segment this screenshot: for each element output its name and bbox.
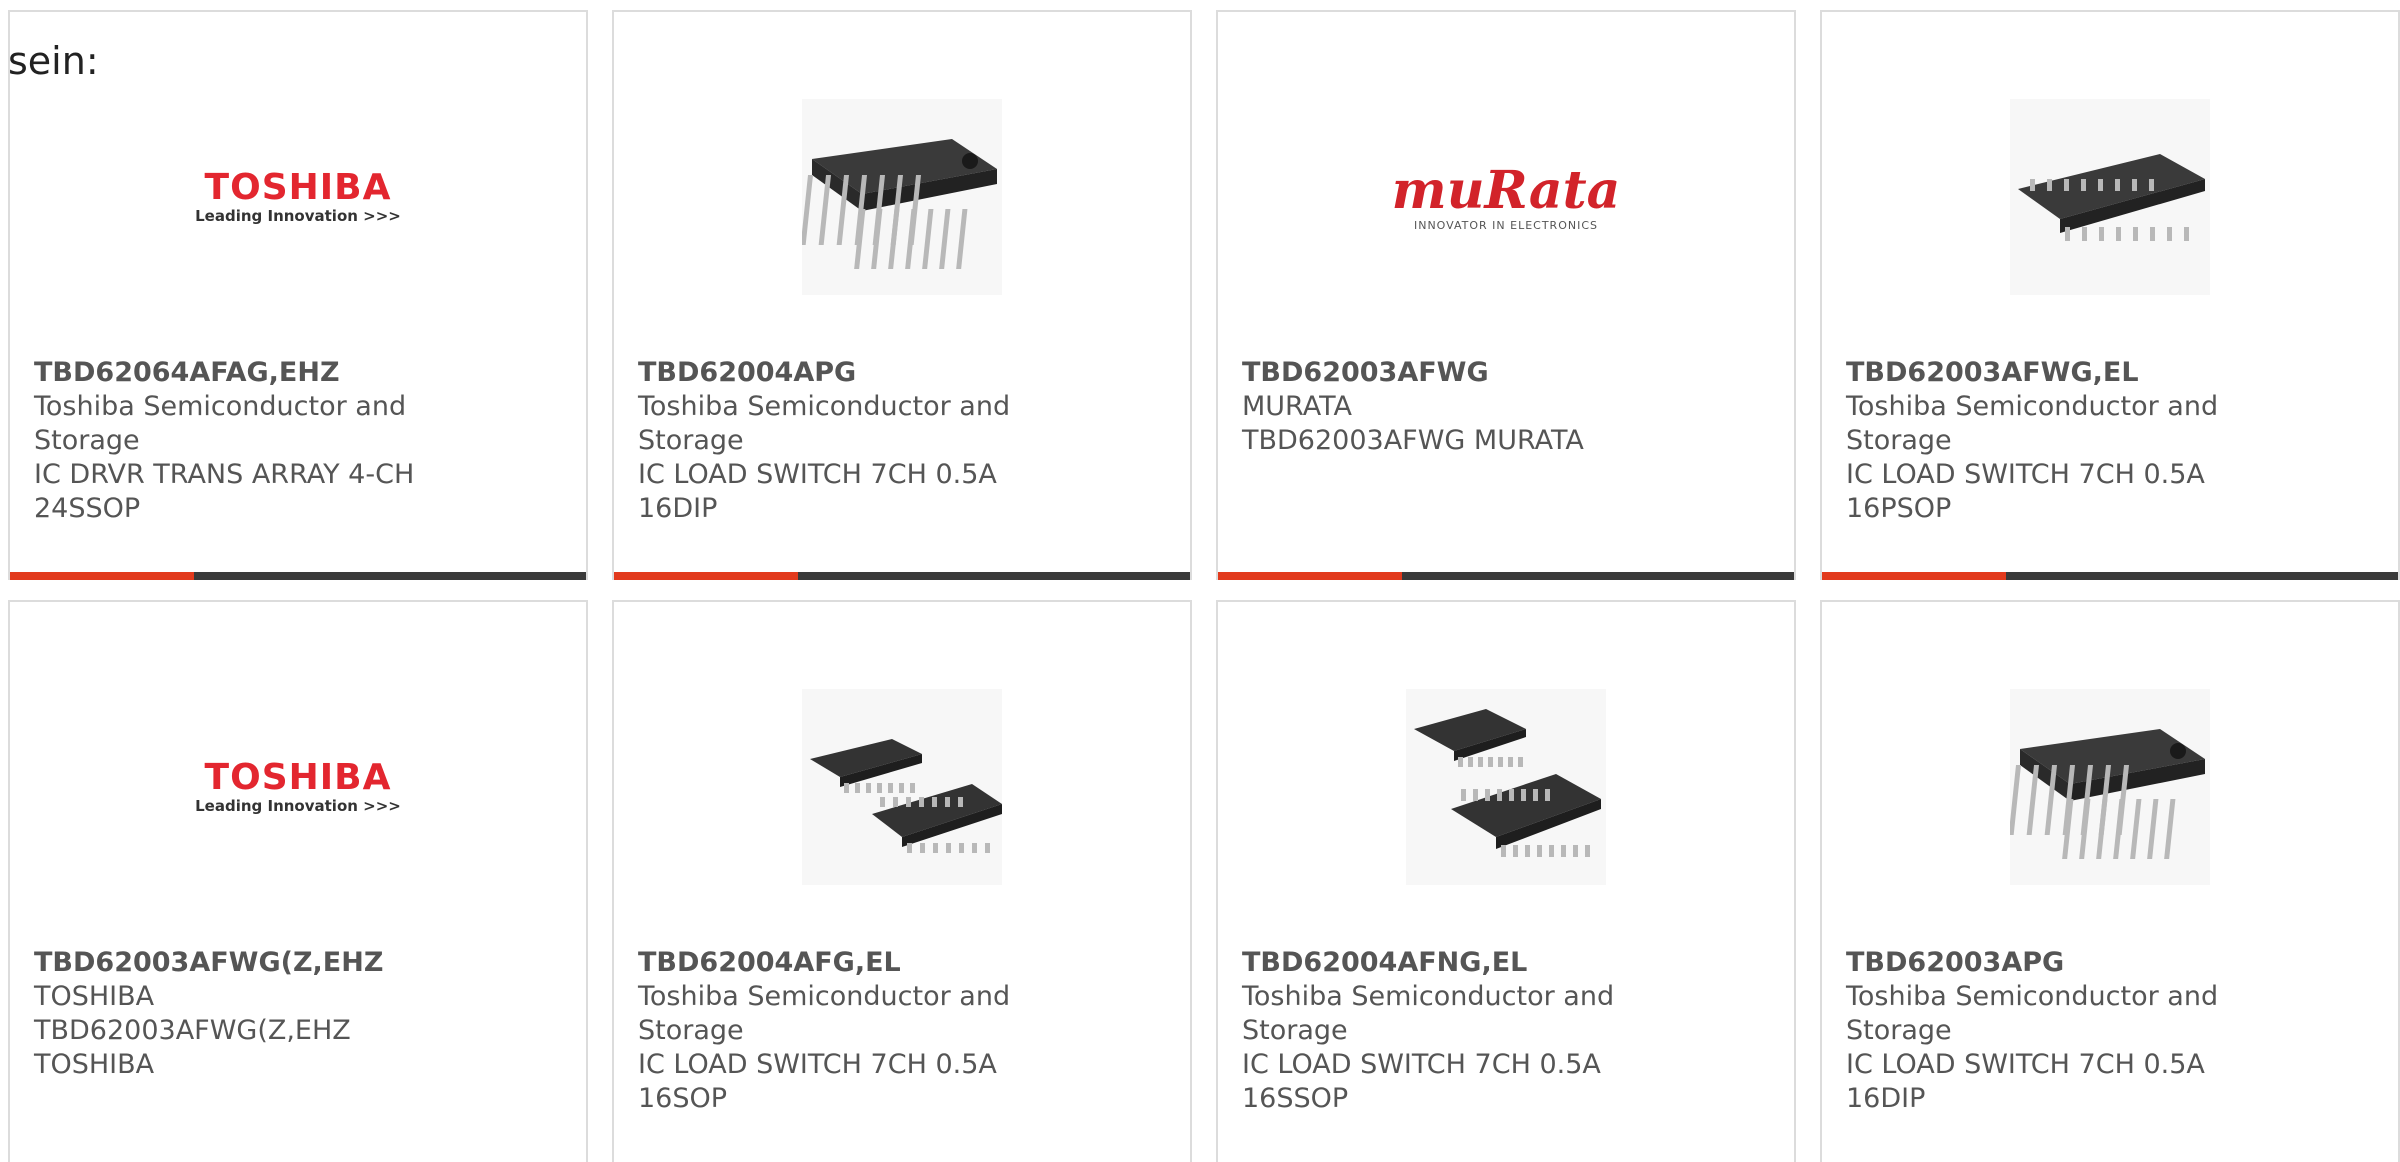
part-number[interactable]: TBD62003AFWG [1242, 356, 1662, 390]
sop-chip-icon [2018, 154, 2205, 241]
product-info: TBD62003AFWG,EL Toshiba Semiconductor an… [1846, 356, 2266, 526]
manufacturer: Toshiba Semiconductor and Storage [638, 391, 1011, 456]
part-number[interactable]: TBD62003AFWG,EL [1846, 356, 2266, 390]
product-card-2[interactable]: TBD62004APG Toshiba Semiconductor and St… [612, 10, 1192, 580]
product-info: TBD62004AFG,EL Toshiba Semiconductor and… [638, 946, 1058, 1116]
dip16-chip-icon [2010, 689, 2210, 885]
product-image[interactable]: TOSHIBA Leading Innovation >>> [10, 72, 586, 322]
sop-pair-chip-icon [810, 739, 1002, 853]
part-number[interactable]: TBD62003AFWG(Z,EHZ [34, 946, 454, 980]
product-card-7[interactable]: TBD62004AFNG,EL Toshiba Semiconductor an… [1216, 600, 1796, 1162]
ssop-pair-chip-icon [1414, 709, 1601, 857]
manufacturer: Toshiba Semiconductor and Storage [1242, 981, 1615, 1046]
product-image[interactable]: TOSHIBA Leading Innovation >>> [10, 662, 586, 912]
logo-tagline: Leading Innovation >>> [195, 797, 401, 815]
dip16-chip-icon [802, 99, 1002, 295]
description: IC LOAD SWITCH 7CH 0.5A 16SOP [638, 1049, 997, 1114]
product-image[interactable]: muRata INNOVATOR IN ELECTRONICS [1218, 72, 1794, 322]
sop-pair-chip-icon [802, 689, 1002, 885]
description: IC LOAD SWITCH 7CH 0.5A 16DIP [638, 459, 997, 524]
manufacturer: Toshiba Semiconductor and Storage [638, 981, 1011, 1046]
card-accent-bar [10, 572, 194, 580]
ssop-pair-chip-icon [1406, 689, 1606, 885]
product-info: TBD62004APG Toshiba Semiconductor and St… [638, 356, 1058, 526]
product-image[interactable] [1218, 662, 1794, 912]
card-bottom-bar [1822, 572, 2398, 580]
logo-brand: muRata [1391, 159, 1621, 221]
toshiba-logo-icon: TOSHIBA Leading Innovation >>> [195, 167, 401, 226]
product-image[interactable] [1822, 662, 2398, 912]
description: IC LOAD SWITCH 7CH 0.5A 16DIP [1846, 1049, 2205, 1114]
manufacturer: Toshiba Semiconductor and Storage [1846, 391, 2219, 456]
product-grid: TOSHIBA Leading Innovation >>> TBD62064A… [8, 10, 2400, 1162]
manufacturer: TOSHIBA [34, 981, 155, 1012]
sop16-chip-icon [2010, 99, 2210, 295]
product-card-8[interactable]: TBD62003APG Toshiba Semiconductor and St… [1820, 600, 2400, 1162]
logo-tagline: Leading Innovation >>> [195, 207, 401, 225]
product-info: TBD62003AFWG MURATA TBD62003AFWG MURATA [1242, 356, 1662, 458]
product-listing-page: TOSHIBA Leading Innovation >>> TBD62064A… [0, 0, 2400, 1162]
card-accent-bar [1822, 572, 2006, 580]
description: TBD62003AFWG(Z,EHZ TOSHIBA [34, 1015, 351, 1080]
part-number[interactable]: TBD62064AFAG,EHZ [34, 356, 454, 390]
card-accent-bar [614, 572, 798, 580]
description: TBD62003AFWG MURATA [1242, 425, 1584, 456]
product-card-1[interactable]: TOSHIBA Leading Innovation >>> TBD62064A… [8, 10, 588, 580]
part-number[interactable]: TBD62004AFG,EL [638, 946, 1058, 980]
product-card-4[interactable]: TBD62003AFWG,EL Toshiba Semiconductor an… [1820, 10, 2400, 580]
manufacturer: Toshiba Semiconductor and Storage [1846, 981, 2219, 1046]
murata-logo-icon: muRata INNOVATOR IN ELECTRONICS [1391, 159, 1621, 232]
dip-chip-icon [802, 139, 997, 269]
product-info: TBD62064AFAG,EHZ Toshiba Semiconductor a… [34, 356, 454, 526]
product-image[interactable] [614, 72, 1190, 322]
manufacturer: MURATA [1242, 391, 1352, 422]
toshiba-logo-icon: TOSHIBA Leading Innovation >>> [195, 757, 401, 816]
manufacturer: Toshiba Semiconductor and Storage [34, 391, 407, 456]
part-number[interactable]: TBD62004APG [638, 356, 1058, 390]
description: IC LOAD SWITCH 7CH 0.5A 16SSOP [1242, 1049, 1601, 1114]
card-bottom-bar [614, 572, 1190, 580]
intro-text: sein: [8, 39, 99, 83]
description: IC LOAD SWITCH 7CH 0.5A 16PSOP [1846, 459, 2205, 524]
card-bottom-bar [10, 572, 586, 580]
logo-brand: TOSHIBA [204, 167, 392, 208]
product-info: TBD62003APG Toshiba Semiconductor and St… [1846, 946, 2266, 1116]
part-number[interactable]: TBD62004AFNG,EL [1242, 946, 1662, 980]
dip-chip-icon [2010, 729, 2205, 859]
product-image[interactable] [614, 662, 1190, 912]
product-card-5[interactable]: TOSHIBA Leading Innovation >>> TBD62003A… [8, 600, 588, 1162]
card-bottom-bar [1218, 572, 1794, 580]
logo-brand: TOSHIBA [204, 757, 392, 798]
part-number[interactable]: TBD62003APG [1846, 946, 2266, 980]
product-image[interactable] [1822, 72, 2398, 322]
card-accent-bar [1218, 572, 1402, 580]
product-info: TBD62003AFWG(Z,EHZ TOSHIBA TBD62003AFWG(… [34, 946, 454, 1082]
logo-tagline: INNOVATOR IN ELECTRONICS [1413, 218, 1598, 232]
description: IC DRVR TRANS ARRAY 4-CH 24SSOP [34, 459, 415, 524]
product-info: TBD62004AFNG,EL Toshiba Semiconductor an… [1242, 946, 1662, 1116]
product-card-6[interactable]: TBD62004AFG,EL Toshiba Semiconductor and… [612, 600, 1192, 1162]
product-card-3[interactable]: muRata INNOVATOR IN ELECTRONICS TBD62003… [1216, 10, 1796, 580]
